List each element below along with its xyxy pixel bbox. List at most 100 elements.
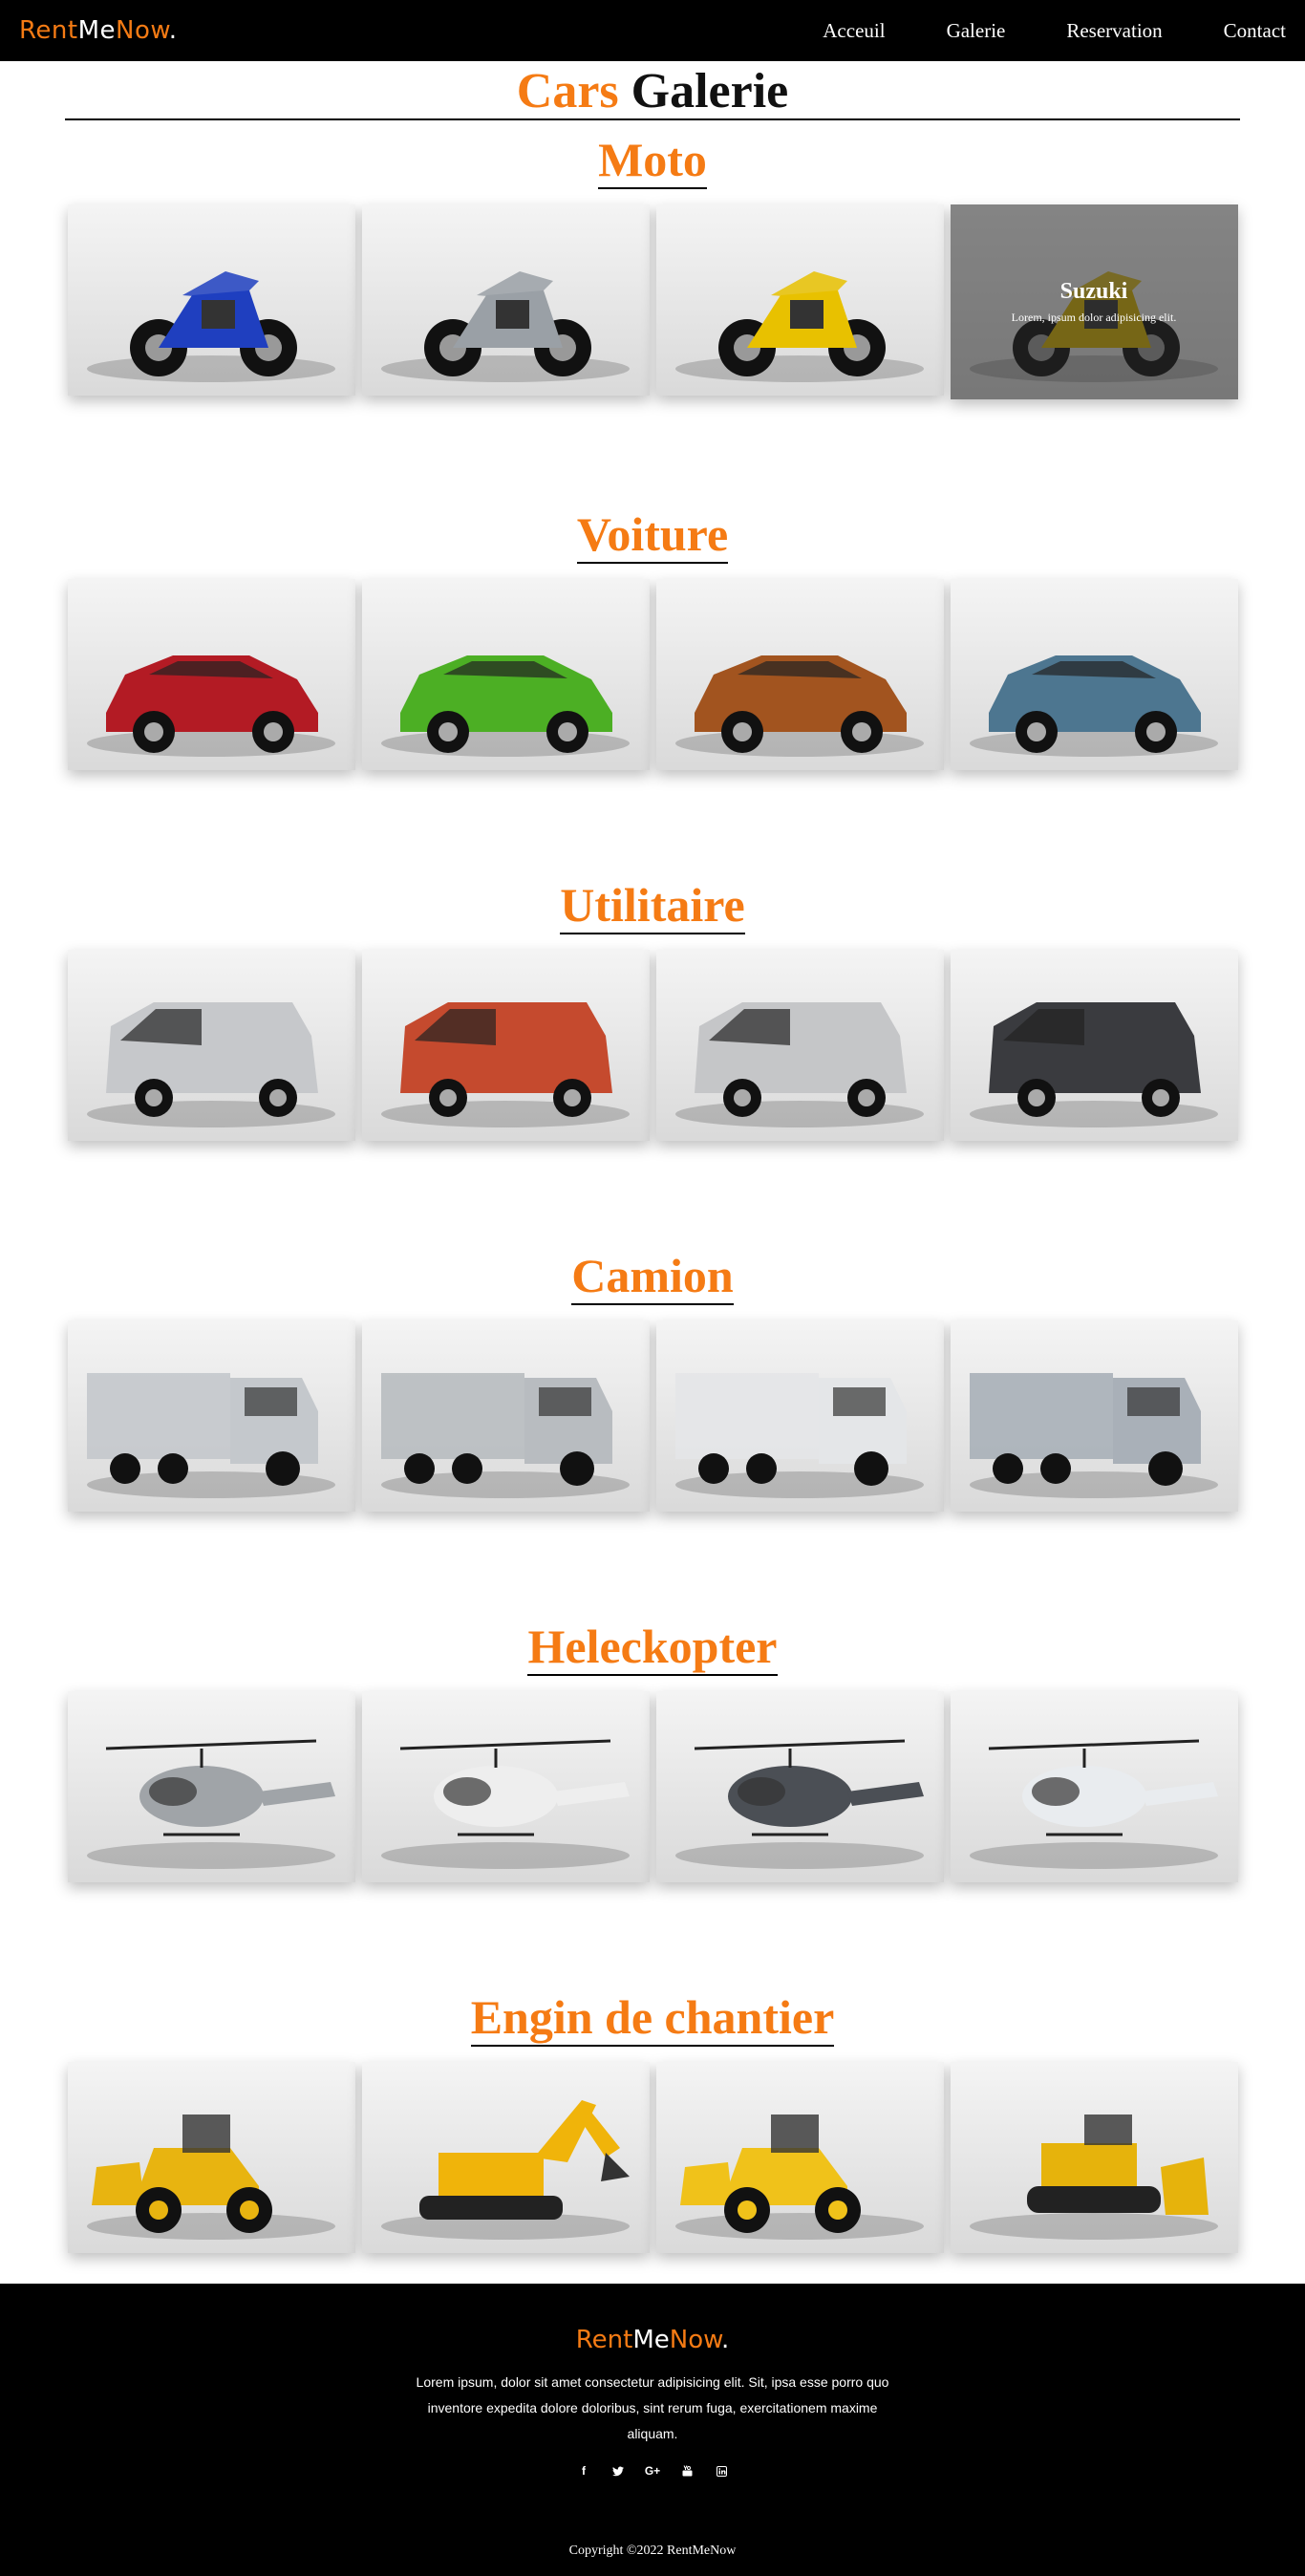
brand-part-me: Me <box>77 16 117 45</box>
vehicle-photo <box>361 1691 650 1882</box>
gallery-tile[interactable] <box>361 204 650 396</box>
section-head: Camion <box>65 1236 1240 1313</box>
gallery-row <box>65 2062 1240 2253</box>
gallery-tile[interactable] <box>361 1691 650 1882</box>
gallery-section-camion: Camion <box>65 1236 1240 1607</box>
vehicle-photo <box>67 1691 355 1882</box>
gallery-tile[interactable] <box>655 204 944 396</box>
gallery-tile[interactable] <box>655 950 944 1141</box>
gallery-sections: Moto Suzuki Lorem, ipsum dolor adipisici… <box>0 120 1305 2253</box>
gallery-tile[interactable] <box>950 1320 1238 1512</box>
facebook-icon[interactable]: f <box>577 2464 590 2478</box>
navbar: RentMeNow. Acceuil Galerie Reservation C… <box>0 0 1305 61</box>
gallery-row <box>65 1691 1240 1882</box>
section-head: Heleckopter <box>65 1607 1240 1684</box>
gallery-tile[interactable] <box>67 1691 355 1882</box>
vehicle-photo <box>655 1691 944 1882</box>
vehicle-photo <box>655 950 944 1141</box>
vehicle-photo <box>361 950 650 1141</box>
gallery-tile[interactable] <box>655 579 944 770</box>
gallery-tile[interactable] <box>655 1691 944 1882</box>
vehicle-photo <box>361 579 650 770</box>
overlay-text: Lorem, ipsum dolor adipisicing elit. <box>1011 311 1177 324</box>
vehicle-photo <box>67 579 355 770</box>
footer-description: Lorem ipsum, dolor sit amet consectetur … <box>416 2374 889 2441</box>
vehicle-photo <box>361 1320 650 1512</box>
page-title-rest: Galerie <box>631 64 789 118</box>
section-head: Engin de chantier <box>65 1978 1240 2054</box>
vehicle-photo <box>950 1320 1238 1512</box>
vehicle-photo <box>67 2062 355 2253</box>
gallery-row <box>65 1320 1240 1512</box>
section-title: Moto <box>598 136 707 189</box>
gallery-tile[interactable] <box>950 950 1238 1141</box>
gallery-tile[interactable] <box>361 950 650 1141</box>
page-title: Cars Galerie <box>65 65 1240 118</box>
vehicle-photo <box>655 2062 944 2253</box>
gallery-tile[interactable] <box>655 2062 944 2253</box>
footer-brand-me: Me <box>632 2326 670 2354</box>
twitter-icon[interactable] <box>611 2464 625 2478</box>
gallery-tile[interactable] <box>67 204 355 396</box>
vehicle-photo <box>655 204 944 396</box>
section-title: Heleckopter <box>527 1622 778 1676</box>
nav-links: Acceuil Galerie Reservation Contact <box>823 19 1286 43</box>
gallery-tile[interactable] <box>655 1320 944 1512</box>
footer-brand-rent: Rent <box>575 2326 633 2354</box>
section-title: Voiture <box>576 510 729 564</box>
vehicle-photo <box>950 950 1238 1141</box>
brand-part-rent: Rent <box>19 16 78 45</box>
gallery-tile[interactable] <box>950 579 1238 770</box>
gallery-tile[interactable] <box>67 1320 355 1512</box>
vehicle-photo <box>950 579 1238 770</box>
gallery-tile[interactable] <box>950 2062 1238 2253</box>
google-plus-icon[interactable]: G+ <box>645 2464 660 2478</box>
vehicle-photo <box>950 2062 1238 2253</box>
gallery-section-utilitaire: Utilitaire <box>65 866 1240 1236</box>
section-title: Utilitaire <box>560 881 745 934</box>
footer-brand-now: Now <box>669 2326 721 2354</box>
social-links: f G+ <box>0 2464 1305 2478</box>
gallery-tile[interactable] <box>67 2062 355 2253</box>
nav-link-galerie[interactable]: Galerie <box>947 19 1006 43</box>
nav-link-acceuil[interactable]: Acceuil <box>823 19 885 43</box>
footer-logo[interactable]: RentMeNow. <box>0 2284 1305 2354</box>
vehicle-photo <box>655 1320 944 1512</box>
gallery-tile[interactable] <box>67 579 355 770</box>
gallery-tile[interactable] <box>950 1691 1238 1882</box>
section-title: Engin de chantier <box>470 1993 835 2047</box>
gallery-tile[interactable]: Suzuki Lorem, ipsum dolor adipisicing el… <box>950 204 1238 399</box>
footer: RentMeNow. Lorem ipsum, dolor sit amet c… <box>0 2284 1305 2576</box>
brand-logo[interactable]: RentMeNow. <box>19 16 178 45</box>
youtube-icon[interactable] <box>680 2464 694 2478</box>
section-head: Moto <box>65 120 1240 197</box>
gallery-tile[interactable] <box>361 1320 650 1512</box>
linkedin-icon[interactable] <box>715 2464 728 2478</box>
vehicle-photo <box>67 950 355 1141</box>
gallery-tile[interactable] <box>361 579 650 770</box>
nav-link-contact[interactable]: Contact <box>1224 19 1286 43</box>
gallery-tile[interactable] <box>67 950 355 1141</box>
gallery-section-heleckopter: Heleckopter <box>65 1607 1240 1978</box>
nav-link-reservation[interactable]: Reservation <box>1066 19 1162 43</box>
vehicle-photo <box>67 1320 355 1512</box>
gallery-section-voiture: Voiture <box>65 495 1240 866</box>
vehicle-photo <box>361 204 650 396</box>
gallery-section-engin-de-chantier: Engin de chantier <box>65 1978 1240 2253</box>
gallery-tile[interactable] <box>361 2062 650 2253</box>
section-title: Camion <box>571 1252 734 1305</box>
vehicle-photo <box>67 204 355 396</box>
overlay-title: Suzuki <box>1059 279 1128 304</box>
section-head: Voiture <box>65 495 1240 571</box>
gallery-row <box>65 579 1240 770</box>
page-title-wrap: Cars Galerie <box>65 61 1240 120</box>
tile-hover-overlay[interactable]: Suzuki Lorem, ipsum dolor adipisicing el… <box>950 204 1238 399</box>
brand-part-now: Now <box>116 16 169 45</box>
gallery-row: Suzuki Lorem, ipsum dolor adipisicing el… <box>65 204 1240 399</box>
vehicle-photo <box>655 579 944 770</box>
